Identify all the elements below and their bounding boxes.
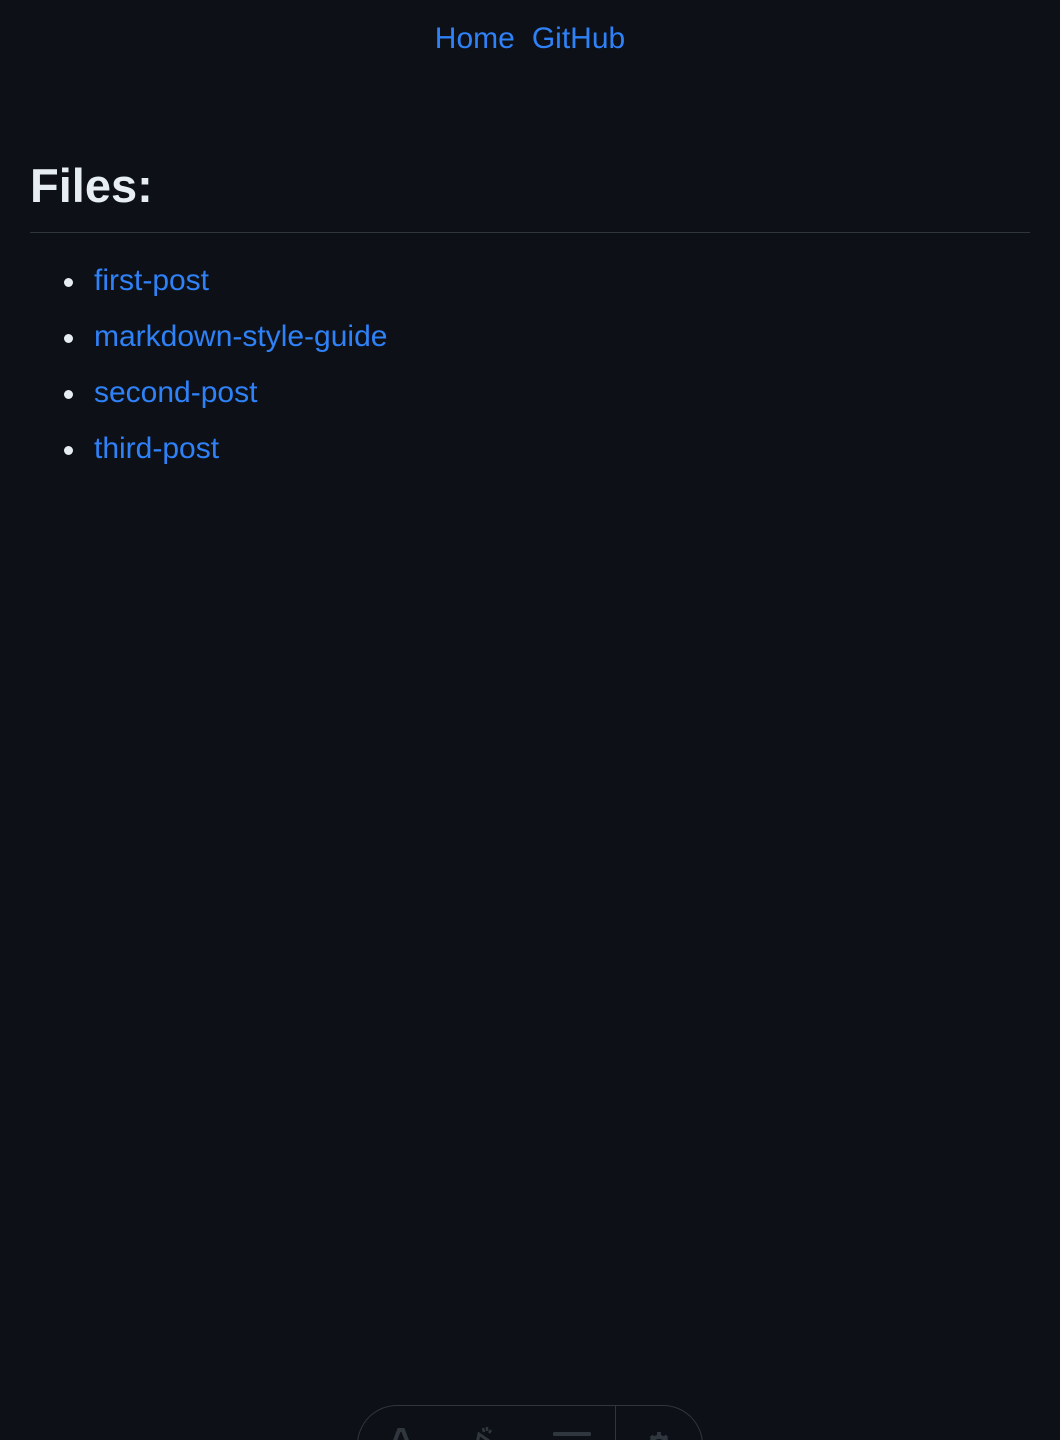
- file-link-second-post[interactable]: second-post: [94, 376, 257, 409]
- font-button[interactable]: [358, 1406, 444, 1440]
- settings-button[interactable]: [616, 1406, 702, 1440]
- file-link-third-post[interactable]: third-post: [94, 432, 219, 465]
- file-link-markdown-style-guide[interactable]: markdown-style-guide: [94, 320, 387, 353]
- page-title: Files:: [30, 150, 1030, 233]
- rocket-icon: [469, 1424, 503, 1440]
- top-nav: Home GitHub: [0, 20, 1060, 58]
- list-item: third-post: [64, 421, 1030, 477]
- list-item: second-post: [64, 365, 1030, 421]
- dev-toolbar: [357, 1405, 703, 1440]
- nav-home-link[interactable]: Home: [435, 20, 515, 58]
- menu-icon: [552, 1424, 592, 1440]
- list-item: markdown-style-guide: [64, 309, 1030, 365]
- nav-github-link[interactable]: GitHub: [532, 20, 625, 58]
- list-item: first-post: [64, 253, 1030, 309]
- font-icon: [386, 1424, 416, 1440]
- rocket-button[interactable]: [444, 1406, 530, 1440]
- page: Home GitHub Files: first-post markdown-s…: [0, 0, 1060, 1440]
- main-content: Files: first-post markdown-style-guide s…: [30, 150, 1030, 477]
- file-link-first-post[interactable]: first-post: [94, 264, 209, 297]
- menu-button[interactable]: [529, 1406, 615, 1440]
- file-list: first-post markdown-style-guide second-p…: [30, 253, 1030, 477]
- gear-icon: [643, 1424, 675, 1440]
